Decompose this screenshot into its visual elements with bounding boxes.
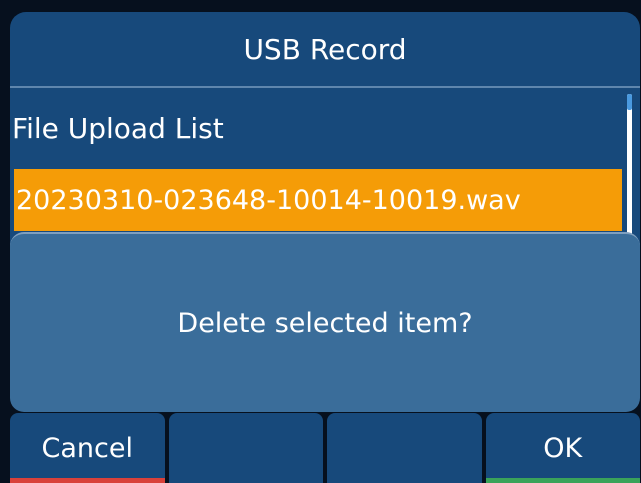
softkey-2[interactable] [168,413,323,483]
list-item-label: 20230310-023648-10014-10019.wav [16,184,521,216]
ok-indicator-bar [485,478,640,483]
softkey-bar: Cancel OK [10,413,640,483]
cancel-button[interactable]: Cancel [10,413,165,483]
page-title: USB Record [10,12,640,88]
cancel-indicator-bar [10,478,165,483]
page-title-text: USB Record [243,32,407,66]
confirm-dialog: Delete selected item? [10,232,640,412]
dialog-message: Delete selected item? [177,307,473,339]
scrollbar-thumb[interactable] [627,94,632,110]
cancel-button-label: Cancel [41,432,133,464]
scrollbar[interactable] [627,94,632,244]
list-header-text: File Upload List [12,111,224,145]
phone-screen: USB Record File Upload List 20230310-023… [0,0,641,483]
ok-button-label: OK [543,432,583,464]
list-header: File Upload List [10,88,620,168]
softkey-3[interactable] [327,413,482,483]
ok-button[interactable]: OK [485,413,640,483]
list-item-selected[interactable]: 20230310-023648-10014-10019.wav [14,169,622,231]
